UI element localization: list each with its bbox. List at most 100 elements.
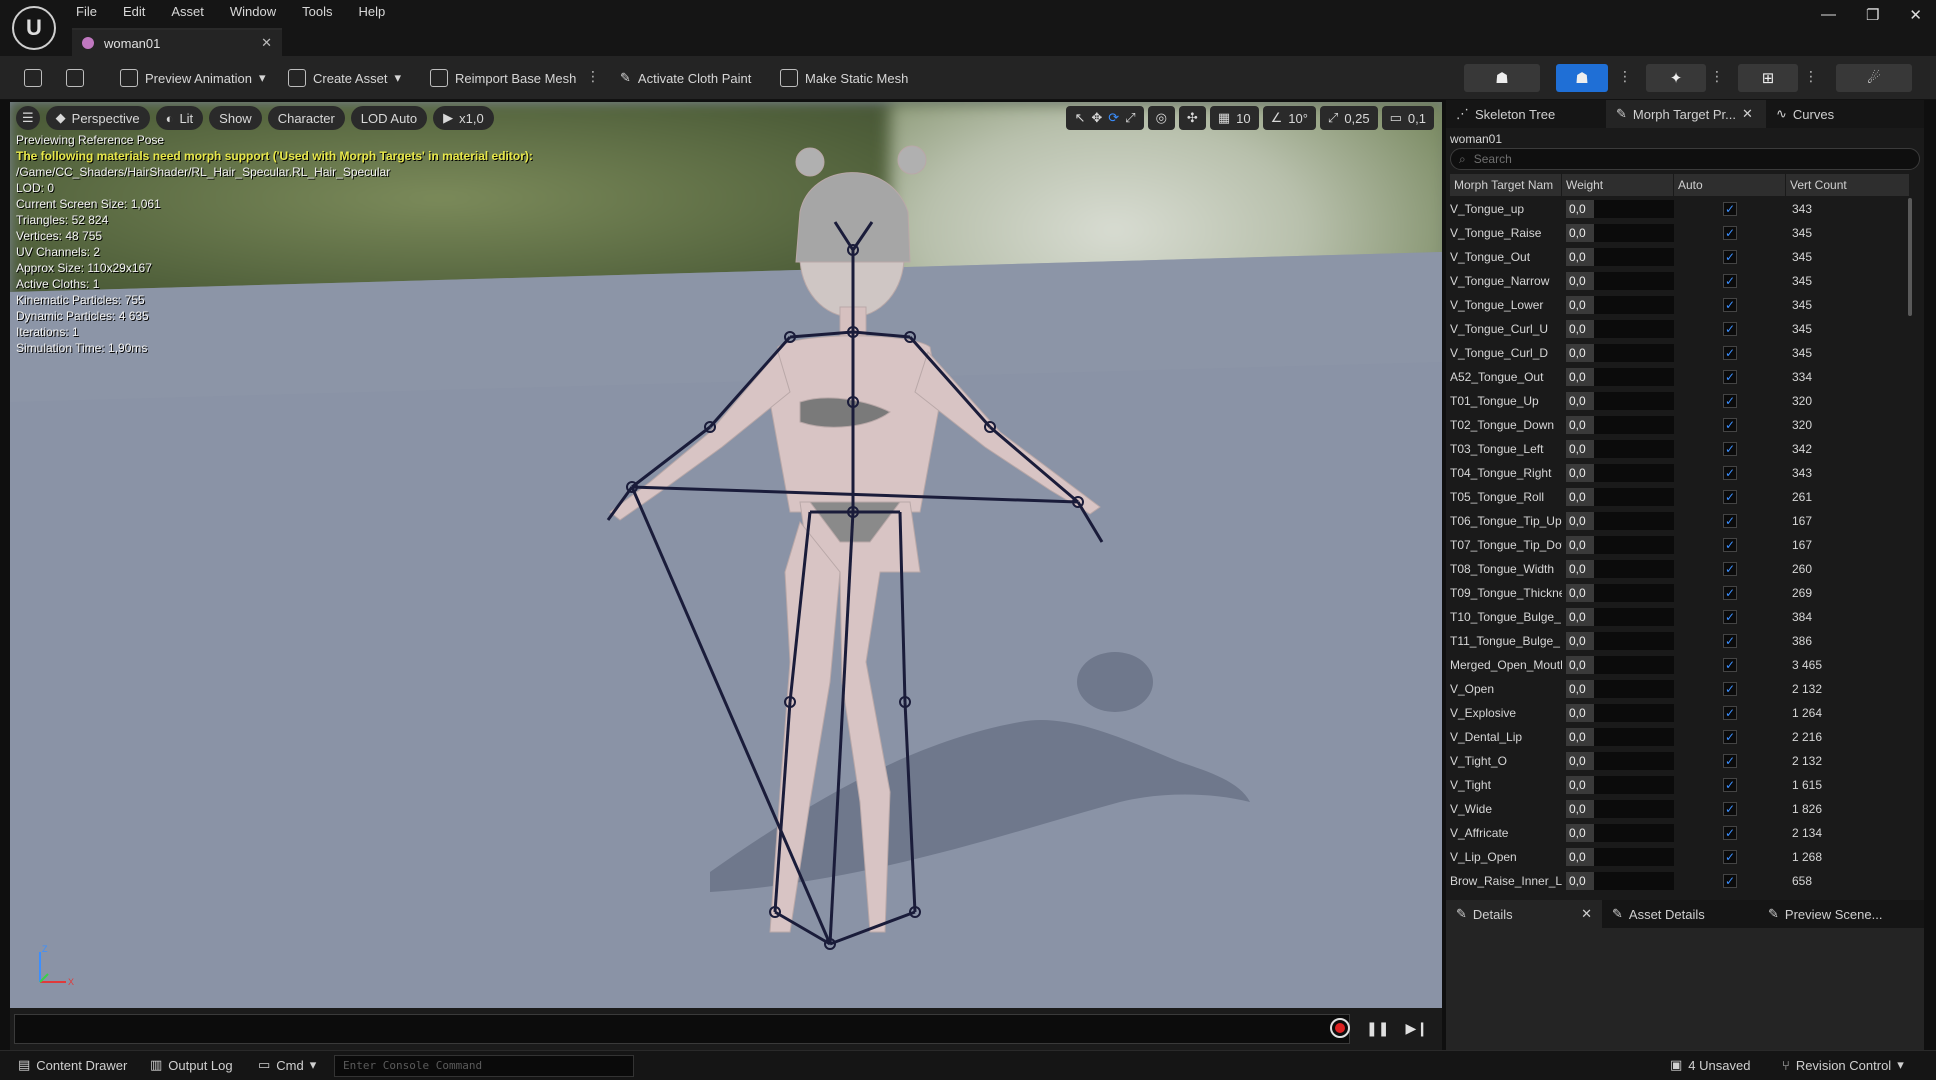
angle-snap-button[interactable]: ∠ 10°	[1262, 106, 1316, 130]
table-row[interactable]: T07_Tongue_Tip_Down 0,0 ✓ 167	[1450, 533, 1910, 557]
weight-slider[interactable]: 0,0	[1566, 656, 1674, 674]
weight-slider[interactable]: 0,0	[1566, 512, 1674, 530]
lod-button[interactable]: LOD Auto	[350, 106, 428, 130]
preview-animation-button[interactable]: Preview Animation ▾	[120, 66, 265, 90]
local-world-toggle[interactable]: ◎	[1147, 106, 1175, 130]
table-row[interactable]: V_Tongue_Narrow 0,0 ✓ 345	[1450, 269, 1910, 293]
make-static-mesh-button[interactable]: Make Static Mesh	[780, 66, 908, 90]
column-header-name[interactable]: Morph Target Nam	[1450, 174, 1562, 196]
table-row[interactable]: T02_Tongue_Down 0,0 ✓ 320	[1450, 413, 1910, 437]
auto-checkbox[interactable]: ✓	[1723, 634, 1737, 648]
weight-slider[interactable]: 0,0	[1566, 320, 1674, 338]
auto-checkbox[interactable]: ✓	[1723, 490, 1737, 504]
weight-slider[interactable]: 0,0	[1566, 632, 1674, 650]
table-row[interactable]: V_Explosive 0,0 ✓ 1 264	[1450, 701, 1910, 725]
auto-checkbox[interactable]: ✓	[1723, 466, 1737, 480]
perspective-button[interactable]: ◆ Perspective	[45, 106, 150, 130]
auto-checkbox[interactable]: ✓	[1723, 538, 1737, 552]
table-row[interactable]: V_Tight 0,0 ✓ 1 615	[1450, 773, 1910, 797]
auto-checkbox[interactable]: ✓	[1723, 682, 1737, 696]
character-button[interactable]: Character	[267, 106, 345, 130]
activate-cloth-paint-button[interactable]: ✎ Activate Cloth Paint	[620, 66, 751, 90]
auto-checkbox[interactable]: ✓	[1723, 562, 1737, 576]
camera-speed-button[interactable]: ▭ 0,1	[1381, 106, 1434, 130]
search-input[interactable]: ⌕ Search	[1450, 148, 1920, 170]
auto-checkbox[interactable]: ✓	[1723, 322, 1737, 336]
menu-asset[interactable]: Asset	[171, 4, 204, 19]
column-header-vert-count[interactable]: Vert Count	[1786, 174, 1910, 196]
surface-snap-toggle[interactable]: ✣	[1178, 106, 1206, 130]
table-row[interactable]: V_Tongue_Lower 0,0 ✓ 345	[1450, 293, 1910, 317]
table-row[interactable]: V_Lip_Open 0,0 ✓ 1 268	[1450, 845, 1910, 869]
table-row[interactable]: V_Tongue_Curl_U 0,0 ✓ 345	[1450, 317, 1910, 341]
table-row[interactable]: V_Dental_Lip 0,0 ✓ 2 216	[1450, 725, 1910, 749]
auto-checkbox[interactable]: ✓	[1723, 706, 1737, 720]
weight-slider[interactable]: 0,0	[1566, 344, 1674, 362]
weight-slider[interactable]: 0,0	[1566, 728, 1674, 746]
weight-slider[interactable]: 0,0	[1566, 392, 1674, 410]
animation-mode-button[interactable]: ✦	[1646, 64, 1706, 92]
auto-checkbox[interactable]: ✓	[1723, 586, 1737, 600]
table-row[interactable]: T08_Tongue_Width 0,0 ✓ 260	[1450, 557, 1910, 581]
revision-control-button[interactable]: ⑂ Revision Control ▾	[1782, 1057, 1904, 1073]
table-row[interactable]: V_Tongue_Curl_D 0,0 ✓ 345	[1450, 341, 1910, 365]
auto-checkbox[interactable]: ✓	[1723, 226, 1737, 240]
more-options-icon[interactable]: ⋮	[586, 68, 600, 85]
scale-snap-button[interactable]: ⤢ 0,25	[1319, 106, 1378, 130]
auto-checkbox[interactable]: ✓	[1723, 418, 1737, 432]
console-command-input[interactable]: Enter Console Command	[334, 1055, 634, 1077]
weight-slider[interactable]: 0,0	[1566, 296, 1674, 314]
table-row[interactable]: V_Tongue_up 0,0 ✓ 343	[1450, 197, 1910, 221]
lit-button[interactable]: ◐ Lit	[155, 106, 204, 130]
rotate-icon[interactable]: ⟳	[1108, 110, 1119, 126]
weight-slider[interactable]: 0,0	[1566, 224, 1674, 242]
weight-slider[interactable]: 0,0	[1566, 368, 1674, 386]
content-drawer-button[interactable]: ▤ Content Drawer	[18, 1057, 127, 1073]
table-row[interactable]: T03_Tongue_Left 0,0 ✓ 342	[1450, 437, 1910, 461]
weight-slider[interactable]: 0,0	[1566, 584, 1674, 602]
more-options-icon[interactable]: ⋮	[1618, 68, 1632, 85]
table-row[interactable]: Merged_Open_Mouth 0,0 ✓ 3 465	[1450, 653, 1910, 677]
weight-slider[interactable]: 0,0	[1566, 824, 1674, 842]
auto-checkbox[interactable]: ✓	[1723, 850, 1737, 864]
close-tab-icon[interactable]: ✕	[1581, 906, 1592, 922]
minimize-icon[interactable]: —	[1821, 6, 1836, 24]
auto-checkbox[interactable]: ✓	[1723, 394, 1737, 408]
menu-window[interactable]: Window	[230, 4, 276, 19]
timeline-track[interactable]	[14, 1014, 1350, 1044]
auto-checkbox[interactable]: ✓	[1723, 778, 1737, 792]
table-row[interactable]: T10_Tongue_Bulge_ 0,0 ✓ 384	[1450, 605, 1910, 629]
tab-curves[interactable]: ∿ Curves	[1766, 100, 1886, 128]
tab-skeleton-tree[interactable]: ⋰ Skeleton Tree	[1446, 100, 1606, 128]
auto-checkbox[interactable]: ✓	[1723, 298, 1737, 312]
table-row[interactable]: T01_Tongue_Up 0,0 ✓ 320	[1450, 389, 1910, 413]
transform-tools[interactable]: ↖ ✥ ⟳ ⤢	[1066, 106, 1144, 130]
table-row[interactable]: T06_Tongue_Tip_Up 0,0 ✓ 167	[1450, 509, 1910, 533]
weight-slider[interactable]: 0,0	[1566, 440, 1674, 458]
table-row[interactable]: T11_Tongue_Bulge_ 0,0 ✓ 386	[1450, 629, 1910, 653]
table-row[interactable]: V_Open 0,0 ✓ 2 132	[1450, 677, 1910, 701]
auto-checkbox[interactable]: ✓	[1723, 730, 1737, 744]
cmd-dropdown[interactable]: ▭ Cmd ▾	[258, 1057, 316, 1073]
mesh-mode-button[interactable]: ☗	[1556, 64, 1608, 92]
table-row[interactable]: Brow_Raise_Inner_L 0,0 ✓ 658	[1450, 869, 1910, 893]
close-window-icon[interactable]: ✕	[1909, 6, 1922, 24]
step-forward-button[interactable]: ▶❙	[1406, 1020, 1429, 1037]
table-row[interactable]: V_Tight_O 0,0 ✓ 2 132	[1450, 749, 1910, 773]
viewport[interactable]: ☰ ◆ Perspective ◐ Lit Show Character LOD A…	[10, 102, 1442, 1008]
blueprint-mode-button[interactable]: ⊞	[1738, 64, 1798, 92]
restore-icon[interactable]: ❐	[1866, 6, 1879, 24]
more-options-icon[interactable]: ⋮	[1710, 68, 1724, 85]
auto-checkbox[interactable]: ✓	[1723, 442, 1737, 456]
auto-checkbox[interactable]: ✓	[1723, 610, 1737, 624]
auto-checkbox[interactable]: ✓	[1723, 658, 1737, 672]
menu-edit[interactable]: Edit	[123, 4, 145, 19]
tab-preview-scene[interactable]: ✎ Preview Scene...	[1758, 900, 1918, 928]
weight-slider[interactable]: 0,0	[1566, 680, 1674, 698]
weight-slider[interactable]: 0,0	[1566, 464, 1674, 482]
column-header-auto[interactable]: Auto	[1674, 174, 1786, 196]
close-tab-icon[interactable]: ✕	[1742, 106, 1753, 122]
output-log-button[interactable]: ▥ Output Log	[150, 1057, 233, 1073]
document-tab[interactable]: woman01 ✕	[72, 28, 282, 56]
translate-icon[interactable]: ✥	[1091, 110, 1102, 126]
